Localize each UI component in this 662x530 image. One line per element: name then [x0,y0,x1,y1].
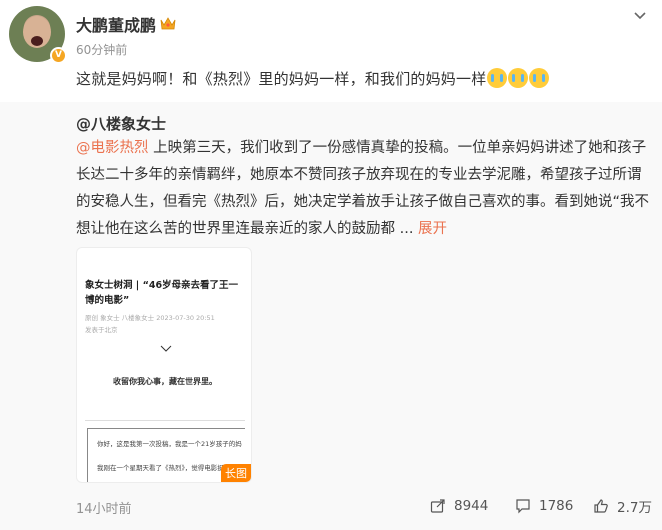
repost-body: @电影热烈 上映第三天，我们收到了一份感情真挚的投稿。一位单亲妈妈讲述了她和孩子… [76,135,652,243]
comment-count: 1786 [539,498,574,514]
card-quote: 收留你我心事，藏在世界里。 [113,377,217,386]
chevron-down-icon [160,345,172,352]
chevron-down-icon[interactable] [632,8,648,24]
long-image-card[interactable]: 象女士树洞 | “46岁母亲去看了王一博的电影” 原创 象女士 八楼象女士 20… [76,247,252,483]
share-button[interactable]: 8944 [430,496,488,516]
share-icon [430,499,445,513]
repost-author[interactable]: @八楼象女士 [76,113,166,134]
mention-link[interactable]: @电影热烈 [76,140,149,156]
card-text-line: 我刚在一个星期天看了《热烈》，觉得电影挺好 [97,464,231,472]
post-header: V 大鹏董成鹏 60分钟前 这就是妈妈啊！和《热烈》里的妈妈一样，和我们的妈妈一… [0,0,662,102]
like-button[interactable]: 2.7万 [593,496,652,516]
username[interactable]: 大鹏董成鹏 [76,12,156,36]
post-time[interactable]: 60分钟前 [76,41,127,58]
post-text: 这就是妈妈啊！和《热烈》里的妈妈一样，和我们的妈妈一样 [76,68,550,89]
comment-button[interactable]: 1786 [515,496,573,516]
crying-face-icon [529,68,550,88]
verified-badge-icon: V [50,47,67,64]
card-title: 象女士树洞 | “46岁母亲去看了王一博的电影” [85,280,239,306]
crying-face-icon [508,68,529,88]
crying-face-icon [487,68,508,88]
long-image-badge: 长图 [221,464,251,482]
repost-container[interactable]: @八楼象女士 @电影热烈 上映第三天，我们收到了一份感情真挚的投稿。一位单亲妈妈… [0,102,662,530]
card-meta: 原创 象女士 八楼象女士 2023-07-30 20:51 [85,314,215,322]
share-count: 8944 [454,498,489,514]
crown-icon [160,17,176,30]
divider [85,420,245,421]
ellipsis: ... [399,221,414,237]
like-count: 2.7万 [617,500,652,516]
expand-link[interactable]: 展开 [418,221,447,237]
comment-icon [516,499,530,514]
card-text-line: 你好，这是我第一次投稿，我是一个21岁孩子的妈 [97,440,242,448]
repost-time[interactable]: 14小时前 [76,498,132,517]
card-location: 发表于北京 [85,326,118,334]
repost-text: 上映第三天，我们收到了一份感情真挚的投稿。一位单亲妈妈讲述了她和孩子长达二十多年… [76,140,650,237]
thumbs-up-icon [594,499,608,513]
post-text-content: 这就是妈妈啊！和《热烈》里的妈妈一样，和我们的妈妈一样 [76,70,487,88]
